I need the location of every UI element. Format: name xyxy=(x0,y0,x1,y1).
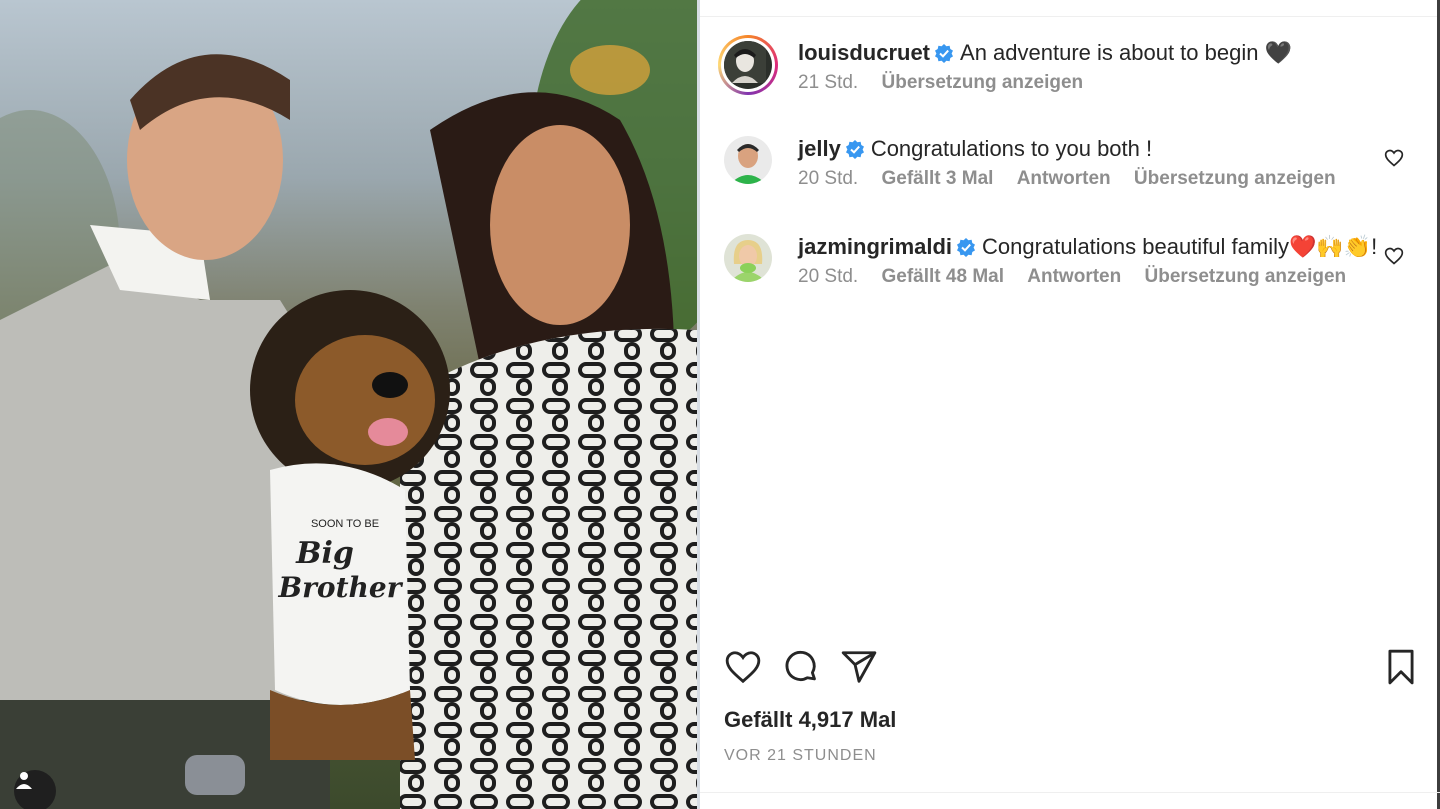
username[interactable]: louisducruet xyxy=(798,40,930,65)
commenter-avatar[interactable] xyxy=(724,136,772,184)
divider xyxy=(700,16,1440,17)
bookmark-icon[interactable] xyxy=(1382,648,1420,686)
post-photo: SOON TO BE Big Brother xyxy=(0,0,697,809)
divider xyxy=(700,792,1440,793)
comment-text: Congratulations beautiful family❤️🙌👏! xyxy=(982,234,1378,259)
author-avatar[interactable] xyxy=(718,35,778,95)
shirt-text-brother: Brother xyxy=(278,571,404,604)
post-likes-count[interactable]: Gefällt 4,917 Mal xyxy=(724,707,896,733)
heart-icon[interactable] xyxy=(724,648,762,686)
photo-illustration: SOON TO BE Big Brother xyxy=(0,0,697,809)
share-icon[interactable] xyxy=(840,648,878,686)
timestamp[interactable]: 20 Std. xyxy=(798,168,858,189)
caption-text: An adventure is about to begin 🖤 xyxy=(960,40,1292,65)
verified-badge-icon xyxy=(957,238,976,257)
commenter-avatar[interactable] xyxy=(724,234,772,282)
shirt-text-small: SOON TO BE xyxy=(311,518,379,530)
translate-button[interactable]: Übersetzung anzeigen xyxy=(882,72,1084,93)
timestamp[interactable]: 20 Std. xyxy=(798,266,858,287)
comment-likes-count[interactable]: Gefällt 3 Mal xyxy=(882,168,994,189)
post-timestamp[interactable]: VOR 21 STUNDEN xyxy=(724,747,877,765)
action-bar xyxy=(724,648,1414,688)
comment-text: Congratulations to you both ! xyxy=(870,136,1153,161)
user-account-icon[interactable] xyxy=(14,770,56,809)
timestamp[interactable]: 21 Std. xyxy=(798,72,858,93)
username[interactable]: jelly xyxy=(798,136,841,161)
reply-button[interactable]: Antworten xyxy=(1027,266,1121,287)
verified-badge-icon xyxy=(845,140,864,159)
comment-likes-count[interactable]: Gefällt 48 Mal xyxy=(882,266,1005,287)
translate-button[interactable]: Übersetzung anzeigen xyxy=(1145,266,1347,287)
username[interactable]: jazmingrimaldi xyxy=(798,234,952,259)
comments-panel: louisducruet An adventure is about to beg… xyxy=(700,0,1440,809)
comment-icon[interactable] xyxy=(782,648,820,686)
comment-like-heart-icon[interactable] xyxy=(1384,246,1404,266)
reply-button[interactable]: Antworten xyxy=(1017,168,1111,189)
verified-badge-icon xyxy=(935,44,954,63)
comment-like-heart-icon[interactable] xyxy=(1384,148,1404,168)
translate-button[interactable]: Übersetzung anzeigen xyxy=(1134,168,1336,189)
shirt-text-big: Big xyxy=(295,536,354,571)
